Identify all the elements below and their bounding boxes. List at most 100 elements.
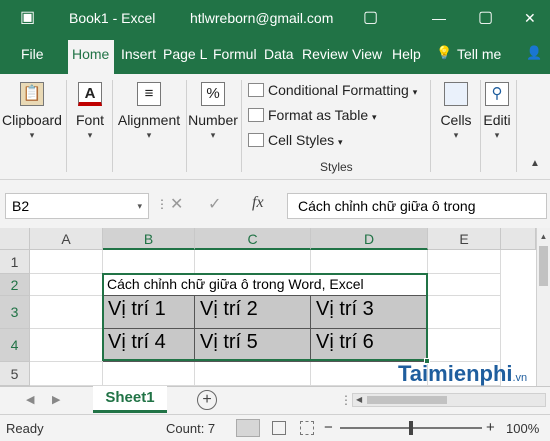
ribbon-divider xyxy=(430,80,431,172)
col-header-c[interactable]: C xyxy=(195,228,311,250)
zoom-out-button[interactable]: − xyxy=(324,419,333,436)
next-sheet-icon[interactable]: ▶ xyxy=(52,393,60,406)
cell-a4[interactable] xyxy=(30,329,103,362)
cells-group[interactable]: Cells ▾ xyxy=(434,82,478,141)
close-button[interactable]: ✕ xyxy=(524,10,536,27)
conditional-formatting-button[interactable]: Conditional Formatting ▾ xyxy=(248,82,417,98)
cell-c4[interactable]: Vị trí 5 xyxy=(195,329,311,362)
formula-input[interactable]: Cách chỉnh chữ giữa ô trong xyxy=(287,193,547,219)
cell-b5[interactable] xyxy=(103,362,195,386)
minimize-button[interactable]: — xyxy=(432,10,446,26)
conditional-formatting-label: Conditional Formatting xyxy=(268,82,409,98)
horizontal-scrollbar[interactable]: ◀ xyxy=(352,393,546,407)
chevron-down-icon: ▾ xyxy=(87,130,93,140)
insert-function-icon[interactable]: fx xyxy=(252,194,264,212)
col-header-d[interactable]: D xyxy=(311,228,428,250)
watermark-logo: Taimienphi.vn xyxy=(398,361,528,386)
row-header-5[interactable]: 5 xyxy=(0,362,30,386)
restore-ribbon-icon[interactable]: ▢ xyxy=(363,7,378,27)
h-scroll-thumb[interactable] xyxy=(367,396,447,404)
ribbon-home: 📋 Clipboard ▾ A Font ▾ ≡ Alignment ▾ % N… xyxy=(0,74,550,180)
cell-b2-merged[interactable]: Cách chỉnh chữ giữa ô trong Word, Excel xyxy=(103,274,427,296)
prev-sheet-icon[interactable]: ◀ xyxy=(26,393,34,406)
tab-page-layout[interactable]: Page L xyxy=(163,46,207,62)
cell-b4[interactable]: Vị trí 4 xyxy=(103,329,195,362)
maximize-button[interactable]: ▢ xyxy=(478,7,493,27)
conditional-formatting-icon xyxy=(248,83,264,97)
tell-me-search[interactable]: Tell me xyxy=(457,46,501,62)
col-header-f[interactable] xyxy=(501,228,536,250)
cell-c5[interactable] xyxy=(195,362,311,386)
editing-group[interactable]: ⚲ Editi ▾ xyxy=(482,82,512,141)
tab-insert[interactable]: Insert xyxy=(121,46,157,62)
add-sheet-button[interactable]: + xyxy=(197,390,217,410)
cell-c1[interactable] xyxy=(195,250,311,274)
tab-review[interactable]: Review xyxy=(302,46,348,62)
title-bar: ▣ Book1 - Excel htlwreborn@gmail.com ▢ —… xyxy=(0,0,550,36)
row-header-3[interactable]: 3 xyxy=(0,296,30,329)
scroll-thumb[interactable] xyxy=(539,246,548,286)
cell-d3[interactable]: Vị trí 3 xyxy=(311,296,428,329)
normal-view-icon[interactable] xyxy=(236,419,260,437)
enter-icon[interactable]: ✓ xyxy=(208,194,221,214)
align-center-icon: ≡ xyxy=(137,82,161,106)
scroll-up-icon[interactable]: ▲ xyxy=(537,232,550,241)
chevron-down-icon[interactable]: ▾ xyxy=(137,201,142,212)
ribbon-divider xyxy=(186,80,187,172)
font-group[interactable]: A Font ▾ xyxy=(70,82,110,141)
tab-help[interactable]: Help xyxy=(392,46,421,62)
zoom-slider[interactable] xyxy=(340,421,482,435)
alignment-group[interactable]: ≡ Alignment ▾ xyxy=(114,82,184,141)
tab-file[interactable]: File xyxy=(21,46,44,62)
tab-formulas[interactable]: Formul xyxy=(213,46,259,62)
scroll-left-icon[interactable]: ◀ xyxy=(356,395,362,404)
cell-styles-button[interactable]: Cell Styles ▾ xyxy=(248,132,343,148)
tab-view[interactable]: View xyxy=(352,46,382,62)
more-icon: ⋮ xyxy=(340,393,352,407)
zoom-in-button[interactable]: + xyxy=(486,419,495,436)
cell-a5[interactable] xyxy=(30,362,103,386)
sheet-tab-sheet1[interactable]: Sheet1 xyxy=(93,386,167,413)
cell-e4[interactable] xyxy=(428,329,501,362)
cell-a3[interactable] xyxy=(30,296,103,329)
col-header-b[interactable]: B xyxy=(103,228,195,250)
save-icon[interactable]: ▣ xyxy=(20,7,35,27)
cell-e1[interactable] xyxy=(428,250,501,274)
cell-a2[interactable] xyxy=(30,274,103,296)
chevron-down-icon: ▾ xyxy=(453,130,459,140)
vertical-scrollbar[interactable]: ▲ xyxy=(536,228,550,386)
account-email[interactable]: htlwreborn@gmail.com xyxy=(190,10,333,26)
cell-styles-icon xyxy=(248,133,264,147)
share-icon[interactable]: 👤 xyxy=(526,45,542,61)
name-box[interactable]: B2 ▾ xyxy=(5,193,149,219)
cell-b3[interactable]: Vị trí 1 xyxy=(103,296,195,329)
number-group[interactable]: % Number ▾ xyxy=(188,82,238,141)
ribbon-divider xyxy=(241,80,242,172)
cell-b1[interactable] xyxy=(103,250,195,274)
cell-a1[interactable] xyxy=(30,250,103,274)
select-all-corner[interactable] xyxy=(0,228,30,250)
cell-e3[interactable] xyxy=(428,296,501,329)
collapse-ribbon-icon[interactable]: ▲ xyxy=(530,158,540,169)
row-header-2[interactable]: 2 xyxy=(0,274,30,296)
percent-icon: % xyxy=(201,82,225,106)
tab-home[interactable]: Home xyxy=(68,40,114,74)
tab-data[interactable]: Data xyxy=(264,46,294,62)
chevron-down-icon: ▾ xyxy=(412,87,418,97)
format-as-table-button[interactable]: Format as Table ▾ xyxy=(248,107,377,123)
cell-e2[interactable] xyxy=(428,274,501,296)
lightbulb-icon: 💡 xyxy=(436,45,453,60)
cell-c3[interactable]: Vị trí 2 xyxy=(195,296,311,329)
row-header-1[interactable]: 1 xyxy=(0,250,30,274)
col-header-e[interactable]: E xyxy=(428,228,501,250)
row-header-4[interactable]: 4 xyxy=(0,329,30,362)
page-break-icon[interactable] xyxy=(300,421,314,435)
zoom-level[interactable]: 100% xyxy=(506,421,539,436)
page-layout-icon[interactable] xyxy=(272,421,286,435)
zoom-slider-thumb[interactable] xyxy=(409,421,413,435)
cell-d4[interactable]: Vị trí 6 xyxy=(311,329,428,362)
clipboard-group[interactable]: 📋 Clipboard ▾ xyxy=(0,82,64,141)
cancel-icon[interactable]: ✕ xyxy=(170,194,183,214)
col-header-a[interactable]: A xyxy=(30,228,103,250)
cell-d1[interactable] xyxy=(311,250,428,274)
